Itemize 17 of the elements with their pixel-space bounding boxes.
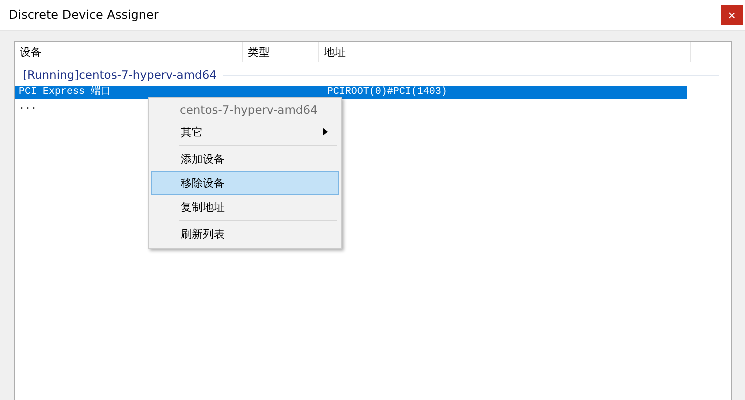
table-row[interactable]: PCI Express 端口 PCIROOT(0)#PCI(1403) — [15, 86, 687, 99]
table-cell-text: PCIROOT(0)#PCI(1403) — [326, 86, 448, 99]
column-header[interactable]: 类型 — [243, 42, 319, 62]
menu-header: centos-7-hyperv-amd64 — [179, 102, 319, 119]
menu-item[interactable]: 添加设备 — [151, 147, 339, 171]
menu-item[interactable]: 复制地址 — [151, 195, 339, 219]
menu-item[interactable]: 刷新列表 — [151, 222, 339, 246]
group-header: [Running]centos-7-hyperv-amd64 — [23, 68, 217, 82]
submenu-arrow-icon — [323, 128, 328, 136]
menu-item[interactable]: 其它 — [151, 120, 339, 144]
window-title: Discrete Device Assigner — [9, 8, 159, 22]
menu-item[interactable]: 移除设备 — [151, 171, 339, 195]
column-header[interactable]: 地址 — [319, 42, 691, 62]
table-cell-text: PCI Express 端口 — [18, 86, 112, 99]
table-row[interactable]: ... — [15, 101, 42, 114]
close-button[interactable]: × — [721, 5, 743, 25]
column-header[interactable]: 设备 — [15, 42, 243, 62]
